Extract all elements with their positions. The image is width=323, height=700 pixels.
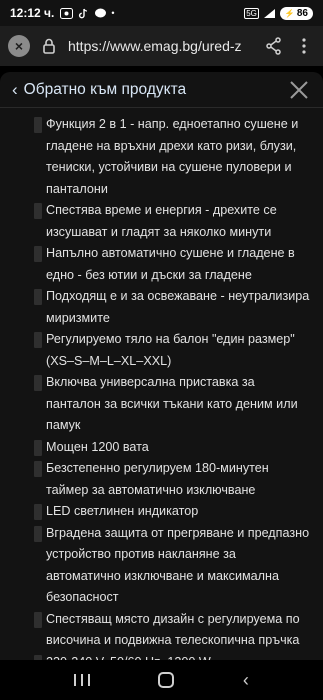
feature-item: Мощен 1200 вата	[0, 437, 323, 459]
feature-text: Включва универсална приставка за пантало…	[46, 375, 298, 432]
bullet-marker	[34, 203, 42, 219]
messenger-icon	[95, 8, 107, 17]
feature-text: Спестяващ място дизайн с регулируема по …	[46, 611, 300, 648]
chevron-left-icon: ‹	[12, 80, 18, 99]
feature-item: Напълно автоматично сушене и гладене в е…	[0, 243, 323, 286]
feature-item: Функция 2 в 1 - напр. едноетапно сушене …	[0, 114, 323, 200]
status-bar: 12:12 ч. • 5G ⚡ 86	[0, 0, 323, 26]
lock-icon[interactable]	[38, 35, 60, 57]
share-icon[interactable]	[263, 35, 285, 57]
close-modal-icon[interactable]	[287, 78, 311, 102]
bullet-marker	[34, 246, 42, 262]
signal-icon	[263, 8, 275, 18]
feature-item: Спестяващ място дизайн с регулируема по …	[0, 609, 323, 652]
feature-text: Мощен 1200 вата	[46, 439, 149, 454]
close-icon: ×	[14, 38, 24, 54]
back-to-product-link[interactable]: ‹ Обратно към продукта	[12, 81, 186, 99]
feature-text: LED светлинен индикатор	[46, 504, 199, 518]
browser-address-bar: × https://www.emag.bg/ured-z	[0, 26, 323, 66]
feature-text: Функция 2 в 1 - напр. едноетапно сушене …	[46, 117, 299, 196]
close-tab-button[interactable]: ×	[8, 35, 30, 57]
more-notifications-icon: •	[111, 8, 115, 18]
feature-item: LED светлинен индикатор	[0, 501, 323, 523]
back-button[interactable]: ‹	[243, 670, 249, 691]
bullet-marker	[34, 611, 42, 628]
url-field[interactable]: https://www.emag.bg/ured-z	[68, 38, 255, 54]
bullet-marker	[34, 117, 42, 133]
bullet-marker	[34, 461, 42, 477]
feature-text: Вградена защита от прегряване и предпазн…	[46, 525, 310, 605]
battery-bolt-icon: ⚡	[284, 8, 295, 18]
bullet-marker	[34, 504, 42, 520]
recent-apps-button[interactable]	[74, 674, 91, 686]
modal-header: ‹ Обратно към продукта	[0, 72, 323, 108]
feature-item: Регулируемо тяло на балон "един размер" …	[0, 329, 323, 372]
feature-item: Подходящ е и за освежаване - неутрализир…	[0, 286, 323, 329]
bullet-marker	[34, 525, 42, 542]
feature-text: Подходящ е и за освежаване - неутрализир…	[46, 289, 310, 325]
feature-text: Безстепенно регулируем 180-минутен тайме…	[46, 461, 269, 497]
status-time: 12:12 ч.	[10, 6, 55, 20]
feature-text: Напълно автоматично сушене и гладене в е…	[46, 246, 295, 282]
feature-item: Безстепенно регулируем 180-минутен тайме…	[0, 458, 323, 501]
home-button[interactable]	[158, 672, 175, 688]
features-list: Функция 2 в 1 - напр. едноетапно сушене …	[0, 114, 323, 660]
feature-item: Вградена защита от прегряване и предпазн…	[0, 523, 323, 609]
feature-text: Спестява време и енергия - дрехите се из…	[46, 203, 277, 239]
system-navigation-bar: ‹	[0, 660, 323, 700]
battery-percent: 86	[296, 7, 308, 19]
battery-indicator: ⚡ 86	[279, 6, 313, 20]
bullet-marker	[34, 289, 42, 305]
feature-item: 220-240 V, 50/60 Hz, 1200 W	[0, 652, 323, 661]
more-options-icon[interactable]	[293, 35, 315, 57]
feature-text: 220-240 V, 50/60 Hz, 1200 W	[32, 652, 211, 661]
feature-text: Регулируемо тяло на балон "един размер" …	[46, 332, 295, 368]
tiktok-icon	[79, 8, 88, 18]
feature-item: Включва универсална приставка за пантало…	[0, 372, 323, 437]
network-5g-badge: 5G	[244, 7, 259, 19]
bullet-marker	[34, 439, 42, 456]
back-link-label: Обратно към продукта	[23, 80, 187, 98]
feature-item: Спестява време и енергия - дрехите се из…	[0, 200, 323, 243]
bullet-marker	[34, 332, 42, 348]
product-details-modal: ‹ Обратно към продукта Функция 2 в 1 - н…	[0, 72, 323, 660]
bullet-marker	[34, 375, 42, 391]
gallery-notification-icon	[60, 7, 74, 19]
